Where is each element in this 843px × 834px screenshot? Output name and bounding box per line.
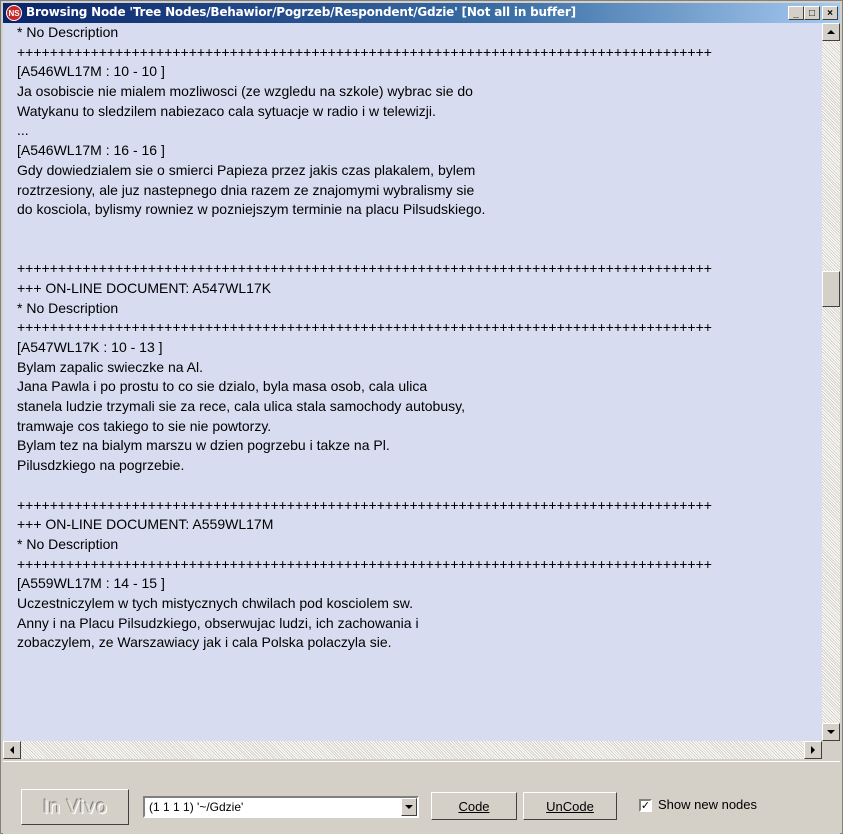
document-line: Bylam zapalic swieczke na Al.: [17, 358, 203, 375]
maximize-button[interactable]: □: [804, 6, 820, 20]
node-combo[interactable]: (1 1 1 1) '~/Gdzie': [143, 796, 419, 818]
document-line: zobaczylem, ze Warszawiacy jak i cala Po…: [17, 634, 392, 651]
close-button[interactable]: ×: [822, 6, 838, 20]
document-line: ++++++++++++++++++++++++++++++++++++++++…: [17, 555, 712, 572]
document-line: Anny i na Placu Pilsudzkiego, obserwujac…: [17, 614, 419, 631]
document-line: [A547WL17K : 10 - 13 ]: [17, 339, 163, 355]
vertical-scrollbar[interactable]: [822, 23, 840, 741]
show-new-nodes-label: Show new nodes: [658, 797, 758, 812]
document-line: Gdy dowiedzialem sie o smierci Papieza p…: [17, 161, 476, 178]
arrow-up-icon: [827, 30, 835, 34]
document-line: stanela ludzie trzymali sie za rece, cal…: [17, 398, 465, 415]
arrow-down-icon: [827, 730, 835, 734]
browse-window: NS Browsing Node 'Tree Nodes/Behawior/Po…: [0, 0, 843, 834]
document-line: Uczestniczylem w tych mistycznych chwila…: [17, 594, 414, 611]
document-line: [A546WL17M : 10 - 10 ]: [17, 63, 165, 80]
document-line: Pilusdzkiego na pogrzebie.: [17, 457, 185, 474]
document-line: Ja osobiscie nie mialem mozliwosci (ze w…: [17, 83, 473, 100]
document-line: +++ ON-LINE DOCUMENT: A559WL17M: [17, 516, 274, 533]
maximize-icon: □: [808, 7, 816, 19]
close-icon: ×: [827, 7, 833, 19]
window-title: Browsing Node 'Tree Nodes/Behawior/Pogrz…: [26, 5, 576, 19]
document-line: * No Description: [17, 299, 119, 316]
scroll-down-button[interactable]: [822, 723, 840, 741]
show-new-nodes-checkbox[interactable]: ✓: [639, 799, 652, 812]
document-line: [A546WL17M : 16 - 16 ]: [17, 142, 165, 159]
document-line: tramwaje cos takiego to sie nie powtorzy…: [17, 417, 272, 434]
checkmark-icon: ✓: [640, 799, 651, 812]
document-line: ++++++++++++++++++++++++++++++++++++++++…: [17, 319, 712, 336]
uncode-button[interactable]: UnCode: [523, 792, 617, 820]
bottom-toolbar: In Vivo (1 1 1 1) '~/Gdzie' Code UnCode …: [3, 761, 840, 834]
scroll-up-button[interactable]: [822, 23, 840, 41]
document-line: Jana Pawla i po prostu to co sie dzialo,…: [17, 378, 428, 395]
document-line: Watykanu to sledzilem nabiezaco cala syt…: [17, 102, 436, 119]
title-bar[interactable]: NS Browsing Node 'Tree Nodes/Behawior/Po…: [3, 3, 840, 23]
document-line: Bylam tez na bialym marszu w dzien pogrz…: [17, 437, 390, 454]
vertical-scroll-thumb[interactable]: [822, 271, 840, 307]
document-line: do kosciola, bylismy rowniez w pozniejsz…: [17, 201, 486, 218]
document-line: ...: [17, 122, 29, 139]
app-icon: NS: [6, 5, 22, 21]
document-line: +++ ON-LINE DOCUMENT: A547WL17K: [17, 279, 272, 296]
document-line: ++++++++++++++++++++++++++++++++++++++++…: [17, 260, 712, 277]
node-combo-value: (1 1 1 1) '~/Gdzie': [149, 800, 244, 814]
combo-dropdown-button[interactable]: [401, 798, 417, 816]
document-line: * No Description: [17, 535, 119, 552]
resize-grip[interactable]: [822, 741, 840, 759]
chevron-down-icon: [405, 805, 413, 809]
document-text: * No Description ++++++++++++++++++++++++…: [17, 23, 817, 653]
arrow-right-icon: [811, 746, 815, 754]
in-vivo-button[interactable]: In Vivo: [21, 789, 129, 825]
arrow-left-icon: [10, 746, 14, 754]
document-text-area[interactable]: * No Description ++++++++++++++++++++++++…: [3, 23, 822, 741]
document-line: ++++++++++++++++++++++++++++++++++++++++…: [17, 43, 712, 60]
minimize-button[interactable]: _: [788, 6, 804, 20]
scroll-right-button[interactable]: [804, 741, 822, 759]
code-button[interactable]: Code: [431, 792, 517, 820]
document-line: [A559WL17M : 14 - 15 ]: [17, 575, 165, 592]
document-line: * No Description: [17, 24, 119, 40]
document-line: ++++++++++++++++++++++++++++++++++++++++…: [17, 496, 712, 513]
scroll-left-button[interactable]: [3, 741, 21, 759]
document-line: roztrzesiony, ale juz nastepnego dnia ra…: [17, 181, 475, 198]
horizontal-scrollbar[interactable]: [3, 741, 822, 759]
minimize-icon: _: [793, 7, 799, 19]
